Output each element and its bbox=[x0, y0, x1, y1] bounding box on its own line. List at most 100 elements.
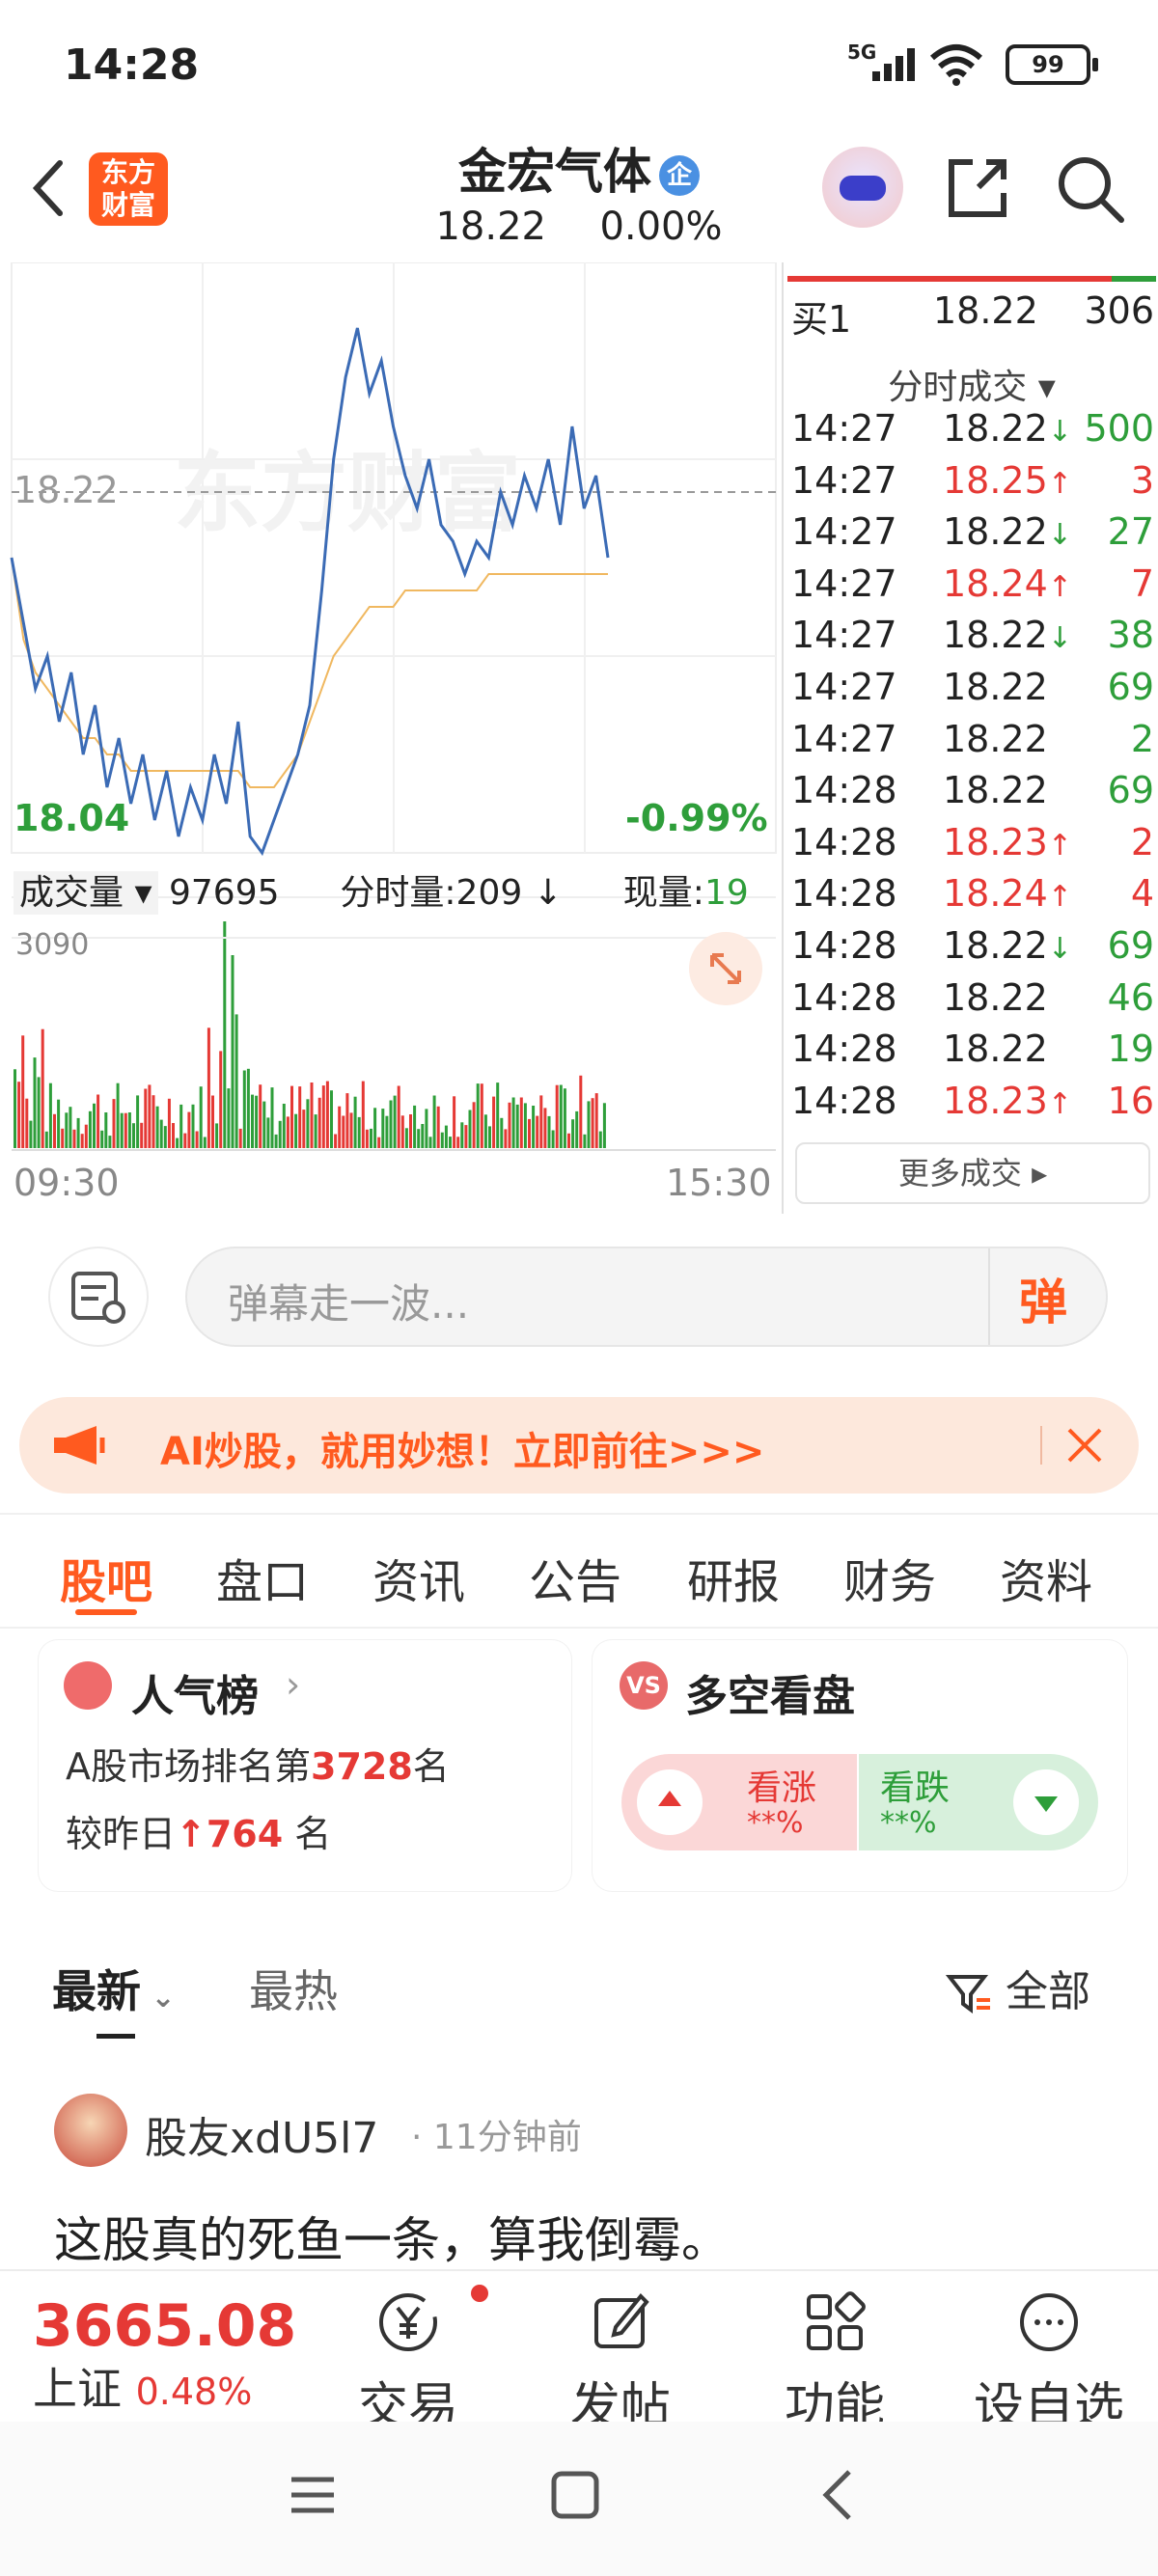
vs-card[interactable]: VS 多空看盘 看涨 **% 看跌 **% bbox=[593, 1640, 1127, 1891]
function-button[interactable]: 功能 bbox=[753, 2288, 917, 2438]
volume-bar bbox=[543, 1108, 547, 1148]
trade-time: 14:27 bbox=[791, 510, 897, 554]
volume-bar bbox=[449, 1137, 452, 1148]
volume-bar bbox=[159, 1119, 163, 1148]
volume-bar bbox=[357, 1116, 361, 1148]
tab-active-indicator bbox=[75, 1609, 137, 1615]
volume-bar bbox=[255, 1095, 259, 1148]
barrage-input[interactable]: 弹幕走一波... 弹 bbox=[187, 1248, 1106, 1345]
index-quote[interactable]: 3665.08 上证 0.48% bbox=[33, 2294, 322, 2418]
volume-bar bbox=[104, 1112, 108, 1148]
volume-bar bbox=[598, 1131, 602, 1148]
volume-bar bbox=[187, 1111, 191, 1148]
intraday-chart[interactable]: 东方财富 bbox=[0, 262, 782, 1214]
vote-up-button[interactable]: 看涨 **% bbox=[621, 1754, 857, 1850]
popularity-card[interactable]: 人气榜 › A股市场排名第3728名 较昨日↑764 名 bbox=[39, 1640, 571, 1891]
trade-time: 14:28 bbox=[791, 820, 897, 863]
trade-row: 14:27 18.25↑ 3 bbox=[784, 459, 1158, 511]
up-pct: **% bbox=[747, 1806, 804, 1840]
volume-bar bbox=[468, 1110, 472, 1148]
search-icon[interactable] bbox=[1054, 152, 1127, 226]
trade-price: 18.25↑ bbox=[943, 458, 1072, 502]
trade-vol: 500 bbox=[1084, 407, 1154, 450]
volume-bar bbox=[286, 1116, 290, 1148]
tab-0[interactable]: 股吧 bbox=[60, 1544, 152, 1611]
trade-time: 14:27 bbox=[791, 458, 897, 502]
trade-vol: 46 bbox=[1107, 975, 1154, 1019]
volume-dropdown[interactable]: 成交量 ▾ bbox=[14, 871, 158, 915]
current-price-label: 18.22 bbox=[14, 469, 119, 511]
volume-bar bbox=[349, 1112, 353, 1148]
post-author[interactable]: 股友xdU5l7 bbox=[145, 2103, 378, 2165]
tab-3[interactable]: 公告 bbox=[529, 1544, 621, 1611]
post-button[interactable]: 发帖 bbox=[538, 2288, 703, 2438]
expand-icon[interactable] bbox=[689, 932, 762, 1005]
volume-bar bbox=[385, 1115, 389, 1148]
volume-bar bbox=[262, 1101, 266, 1148]
volume-bar bbox=[456, 1137, 460, 1148]
up-label: 看涨 bbox=[747, 1768, 817, 1808]
watchlist-button[interactable]: 设自选 bbox=[967, 2288, 1131, 2438]
share-icon[interactable] bbox=[944, 154, 1011, 222]
volume-bar bbox=[428, 1137, 432, 1148]
volume-bar bbox=[496, 1082, 500, 1148]
volume-bar bbox=[88, 1110, 92, 1148]
barrage-send-button[interactable]: 弹 bbox=[1019, 1264, 1067, 1333]
trade-vol: 19 bbox=[1107, 1028, 1154, 1071]
volume-bar bbox=[519, 1097, 523, 1148]
trade-row: 14:27 18.22↓ 38 bbox=[784, 614, 1158, 666]
tab-4[interactable]: 研报 bbox=[687, 1544, 780, 1611]
sort-latest[interactable]: 最新 ⌄ bbox=[52, 1957, 176, 2020]
trade-price: 18.22 bbox=[943, 666, 1048, 708]
barrage-settings-icon[interactable] bbox=[50, 1248, 147, 1345]
volume-bar bbox=[72, 1129, 76, 1148]
sort-hot[interactable]: 最热 bbox=[249, 1957, 338, 2020]
volume-bar bbox=[381, 1109, 385, 1148]
tab-2[interactable]: 资讯 bbox=[372, 1544, 465, 1611]
more-circle-icon bbox=[1020, 2293, 1078, 2351]
menu-icon[interactable] bbox=[286, 2468, 340, 2522]
volume-bar bbox=[127, 1112, 131, 1148]
volume-bar bbox=[472, 1102, 476, 1148]
tab-1[interactable]: 盘口 bbox=[216, 1544, 309, 1611]
index-value: 3665.08 bbox=[33, 2292, 297, 2360]
volume-bar bbox=[172, 1123, 175, 1148]
stock-name: 金宏气体 bbox=[458, 144, 651, 200]
volume-value: 97695 bbox=[168, 873, 280, 913]
vs-title: 多空看盘 bbox=[685, 1672, 855, 1721]
tab-5[interactable]: 财务 bbox=[843, 1544, 936, 1611]
post-content[interactable]: 这股真的死鱼一条，算我倒霉。 bbox=[54, 2202, 730, 2271]
volume-bar bbox=[476, 1083, 480, 1148]
volume-bar bbox=[421, 1124, 425, 1148]
volume-bar bbox=[571, 1119, 575, 1148]
volume-bar bbox=[25, 1098, 29, 1148]
nav-back-icon[interactable] bbox=[814, 2466, 863, 2524]
volume-bar bbox=[310, 1082, 314, 1148]
home-icon[interactable] bbox=[548, 2468, 602, 2522]
volume-bar bbox=[306, 1099, 310, 1148]
down-label: 看跌 bbox=[880, 1768, 951, 1808]
volume-bar bbox=[100, 1130, 104, 1148]
volume-bar bbox=[242, 1070, 246, 1148]
volume-bar bbox=[314, 1114, 317, 1148]
more-trades-button[interactable]: 更多成交 ▸ bbox=[795, 1142, 1150, 1204]
trade-time: 14:28 bbox=[791, 1079, 897, 1122]
trade-row: 14:28 18.22↓ 69 bbox=[784, 924, 1158, 976]
orderbook-bar bbox=[787, 276, 1156, 282]
volume-bar bbox=[21, 1035, 25, 1148]
post-avatar[interactable] bbox=[54, 2094, 127, 2167]
tab-6[interactable]: 资料 bbox=[1000, 1544, 1092, 1611]
volume-bar bbox=[29, 1120, 33, 1148]
volume-bar bbox=[325, 1081, 329, 1148]
trade-button[interactable]: 交易 bbox=[326, 2288, 490, 2438]
ai-ad-banner[interactable]: AI炒股，就用妙想！立即前往>>> bbox=[19, 1397, 1139, 1494]
vote-down-button[interactable]: 看跌 **% bbox=[859, 1754, 1098, 1850]
trade-time: 14:27 bbox=[791, 717, 897, 760]
volume-bar bbox=[183, 1133, 187, 1148]
trades-header[interactable]: 分时成交 ▾ bbox=[784, 359, 1158, 409]
filter-button[interactable]: 全部 bbox=[945, 1957, 1090, 2018]
volume-bar bbox=[436, 1106, 440, 1148]
trade-price: 18.23↑ bbox=[943, 1079, 1072, 1122]
trade-price: 18.24↑ bbox=[943, 872, 1072, 916]
close-ad-icon[interactable] bbox=[1063, 1424, 1106, 1466]
